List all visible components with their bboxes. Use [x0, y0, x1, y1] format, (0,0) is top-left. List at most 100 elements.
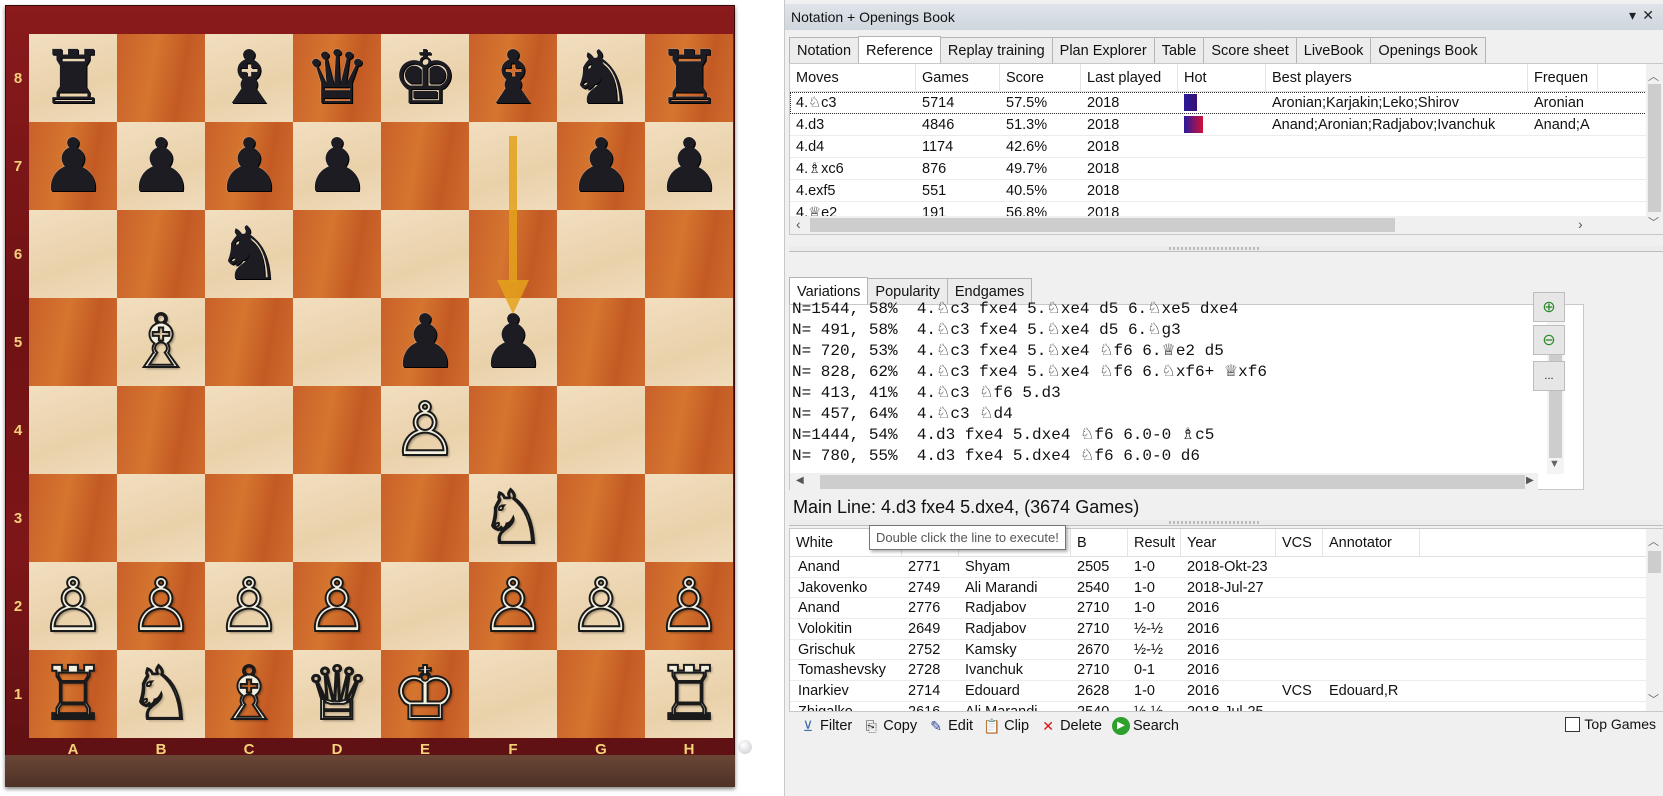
square-a6[interactable]	[29, 210, 117, 298]
white-queen-piece[interactable]: ♕	[303, 656, 371, 732]
game-row[interactable]: Inarkiev 2714 Edouard 2628 1-0 2016 VCS Edouard…	[790, 681, 1663, 702]
game-row[interactable]: Grischuk 2752 Kamsky 2670 ½-½ 2016	[790, 640, 1663, 661]
square-a1[interactable]: ♖	[29, 650, 117, 738]
column-header[interactable]: Games	[916, 64, 1000, 91]
square-f1[interactable]	[469, 650, 557, 738]
column-header[interactable]: VCS	[1276, 529, 1323, 556]
square-e7[interactable]	[381, 122, 469, 210]
variation-line[interactable]: N= 828, 62% 4.♘c3 fxe4 5.♘xe4 ♘f6 6.♘xf6…	[790, 362, 1560, 383]
variations-horizontal-scrollbar[interactable]: ◀ ▶	[790, 473, 1538, 491]
variation-line[interactable]: N=1544, 58% 4.♘c3 fxe4 5.♘xe4 d5 6.♘xe5 …	[790, 299, 1560, 320]
column-header[interactable]: Annotator	[1323, 529, 1420, 556]
game-row[interactable]: Volokitin 2649 Radjabov 2710 ½-½ 2016	[790, 619, 1663, 640]
edit-button[interactable]: ✎ Edit	[927, 717, 973, 735]
square-f6[interactable]	[469, 210, 557, 298]
black-pawn-piece[interactable]: ♟	[480, 305, 546, 379]
tab-reference[interactable]: Reference	[858, 36, 941, 64]
scrollbar-thumb[interactable]	[1549, 340, 1562, 458]
square-g8[interactable]: ♞	[557, 34, 645, 122]
scrollbar-thumb[interactable]	[1648, 551, 1661, 573]
game-row[interactable]: Anand 2771 Shyam 2505 1-0 2018-Okt-23	[790, 557, 1663, 578]
square-d5[interactable]	[293, 298, 381, 386]
tab-plan-explorer[interactable]: Plan Explorer	[1051, 37, 1155, 63]
square-b1[interactable]: ♘	[117, 650, 205, 738]
square-h2[interactable]: ♙	[645, 562, 733, 650]
tab-openings-book[interactable]: Openings Book	[1370, 37, 1486, 63]
search-button[interactable]: ▶ Search	[1112, 717, 1179, 735]
black-pawn-piece[interactable]: ♟	[656, 129, 722, 203]
tab-livebook[interactable]: LiveBook	[1295, 37, 1372, 63]
game-row[interactable]: Zhigalko 2616 Ali Marandi 2540 ½-½ 2018-Jul-2…	[790, 702, 1663, 711]
square-f2[interactable]: ♙	[469, 562, 557, 650]
white-rook-piece[interactable]: ♖	[39, 656, 107, 732]
more-options-button[interactable]: ...	[1533, 361, 1565, 391]
zoom-out-button[interactable]: ⊖	[1533, 325, 1565, 355]
tab-notation[interactable]: Notation	[789, 37, 860, 63]
black-queen-piece[interactable]: ♛	[304, 41, 370, 115]
white-pawn-piece[interactable]: ♙	[479, 568, 547, 644]
square-b6[interactable]	[117, 210, 205, 298]
scrollbar-thumb[interactable]	[1648, 84, 1661, 212]
black-pawn-piece[interactable]: ♟	[216, 129, 282, 203]
square-c6[interactable]: ♞	[205, 210, 293, 298]
square-g2[interactable]: ♙	[557, 562, 645, 650]
square-h6[interactable]	[645, 210, 733, 298]
copy-button[interactable]: ⎘ Copy	[862, 717, 917, 735]
square-g1[interactable]	[557, 650, 645, 738]
square-e3[interactable]	[381, 474, 469, 562]
white-pawn-piece[interactable]: ♙	[215, 568, 283, 644]
square-d1[interactable]: ♕	[293, 650, 381, 738]
scroll-up-icon[interactable]: ︿	[1648, 68, 1659, 84]
black-knight-piece[interactable]: ♞	[568, 41, 634, 115]
splitter[interactable]	[789, 246, 1663, 252]
square-d7[interactable]: ♟	[293, 122, 381, 210]
square-e1[interactable]: ♔	[381, 650, 469, 738]
square-g5[interactable]	[557, 298, 645, 386]
scroll-right-icon[interactable]: ▶	[1526, 475, 1534, 486]
square-d2[interactable]: ♙	[293, 562, 381, 650]
move-row[interactable]: 4.♘c3 5714 57.5% 2018 Aronian;Karjakin;Leko;…	[790, 92, 1663, 114]
column-header[interactable]: Frequen	[1528, 64, 1598, 91]
games-vertical-scrollbar[interactable]: ︿ ﹀	[1646, 529, 1663, 711]
column-header[interactable]: Result	[1128, 529, 1181, 556]
square-f8[interactable]: ♝	[469, 34, 557, 122]
square-d4[interactable]	[293, 386, 381, 474]
clip-button[interactable]: 📋 Clip	[983, 717, 1029, 735]
column-header[interactable]: Hot	[1178, 64, 1266, 91]
variation-line[interactable]: N= 780, 55% 4.d3 fxe4 5.dxe4 ♘f6 6.0-0 d…	[790, 446, 1560, 467]
tab-score-sheet[interactable]: Score sheet	[1203, 37, 1297, 63]
square-e6[interactable]	[381, 210, 469, 298]
white-pawn-piece[interactable]: ♙	[39, 568, 107, 644]
square-c2[interactable]: ♙	[205, 562, 293, 650]
square-g6[interactable]	[557, 210, 645, 298]
white-king-piece[interactable]: ♔	[391, 656, 459, 732]
black-rook-piece[interactable]: ♜	[656, 41, 722, 115]
square-b4[interactable]	[117, 386, 205, 474]
scroll-down-icon[interactable]: ﹀	[1648, 691, 1659, 707]
variation-line[interactable]: N= 720, 53% 4.♘c3 fxe4 5.♘xe4 ♘f6 6.♕e2 …	[790, 341, 1560, 362]
column-header[interactable]: Best players	[1266, 64, 1528, 91]
square-c1[interactable]: ♗	[205, 650, 293, 738]
square-b8[interactable]	[117, 34, 205, 122]
square-b3[interactable]	[117, 474, 205, 562]
square-a3[interactable]	[29, 474, 117, 562]
square-e5[interactable]: ♟	[381, 298, 469, 386]
black-pawn-piece[interactable]: ♟	[392, 305, 458, 379]
square-d6[interactable]	[293, 210, 381, 298]
square-h1[interactable]: ♖	[645, 650, 733, 738]
square-c8[interactable]: ♝	[205, 34, 293, 122]
white-pawn-piece[interactable]: ♙	[127, 568, 195, 644]
square-b5[interactable]: ♗	[117, 298, 205, 386]
moves-horizontal-scrollbar[interactable]: ‹ ›	[790, 216, 1646, 234]
move-row[interactable]: 4.♗xc6 876 49.7% 2018	[790, 158, 1663, 180]
column-header[interactable]: Last played	[1081, 64, 1178, 91]
square-c7[interactable]: ♟	[205, 122, 293, 210]
column-header[interactable]: Moves	[790, 64, 916, 91]
square-e2[interactable]	[381, 562, 469, 650]
square-h3[interactable]	[645, 474, 733, 562]
square-e4[interactable]: ♙	[381, 386, 469, 474]
square-h7[interactable]: ♟	[645, 122, 733, 210]
column-header[interactable]: Year	[1181, 529, 1276, 556]
game-row[interactable]: Anand 2776 Radjabov 2710 1-0 2016	[790, 598, 1663, 620]
white-rook-piece[interactable]: ♖	[655, 656, 723, 732]
